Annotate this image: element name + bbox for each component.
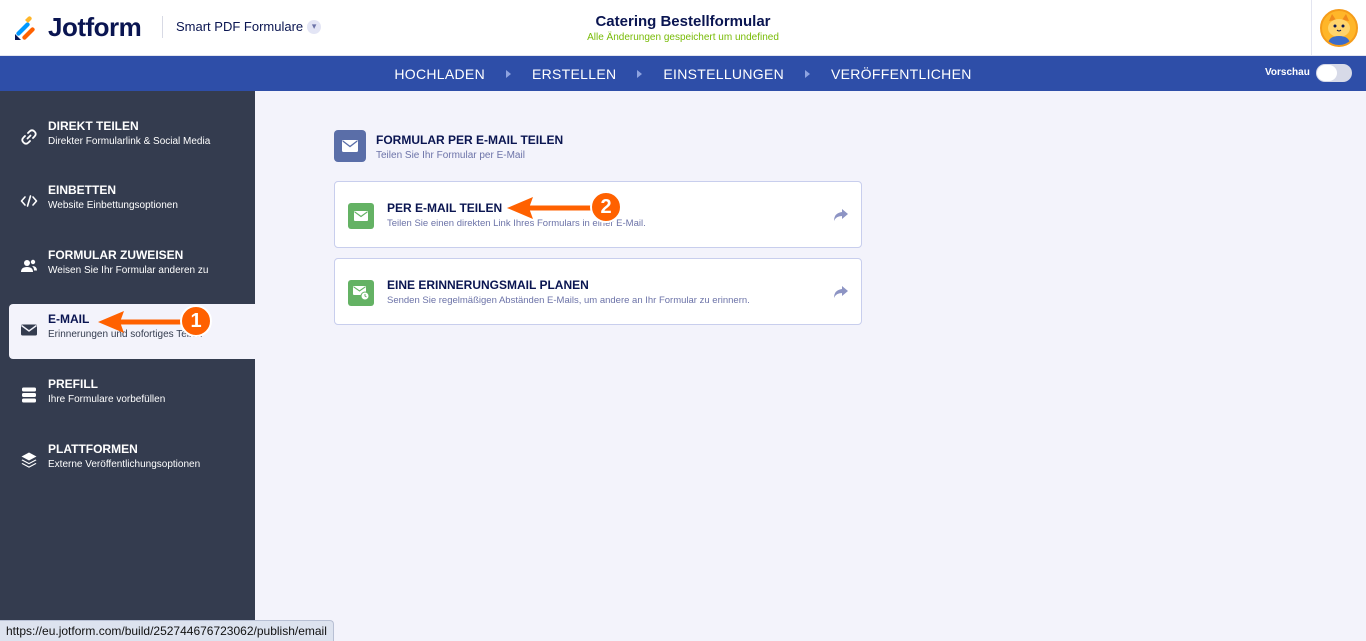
sidebar-item-title: PLATTFORMEN <box>48 442 138 456</box>
publish-navbar: HOCHLADEN ERSTELLEN EINSTELLUNGEN VERÖFF… <box>0 56 1366 91</box>
share-arrow-icon <box>834 209 848 221</box>
section-subtitle: Teilen Sie Ihr Formular per E-Mail <box>376 150 525 161</box>
publish-sidebar: DIREKT TEILEN Direkter Formularlink & So… <box>0 91 255 641</box>
cat-avatar-icon <box>1328 14 1350 45</box>
annotation-badge-2: 2 <box>590 191 622 223</box>
preview-label: Vorschau <box>1265 67 1310 78</box>
envelope-icon <box>334 130 366 162</box>
sidebar-item-subtitle: Website Einbettungsoptionen <box>48 200 178 211</box>
browser-status-url: https://eu.jotform.com/build/25274467672… <box>0 620 334 641</box>
sidebar-item-subtitle: Externe Veröffentlichungsoptionen <box>48 459 201 470</box>
sidebar-item-title: EINBETTEN <box>48 183 117 197</box>
step-arrow-icon <box>505 69 511 78</box>
sidebar-item-title: FORMULAR ZUWEISEN <box>48 248 184 262</box>
annotation-arrow-1 <box>98 311 182 333</box>
nav-settings[interactable]: EINSTELLUNGEN <box>663 66 784 82</box>
sidebar-item-platforms[interactable]: PLATTFORMEN Externe Veröffentlichungsopt… <box>0 434 255 489</box>
card-title: PER E-MAIL TEILEN <box>387 201 503 215</box>
form-title[interactable]: Catering Bestellformular <box>483 13 883 30</box>
sidebar-item-title: DIREKT TEILEN <box>48 119 139 133</box>
chevron-down-icon: ▾ <box>307 19 322 34</box>
nav-publish[interactable]: VERÖFFENTLICHEN <box>831 66 972 82</box>
layers-icon <box>21 452 37 468</box>
step-arrow-icon <box>637 69 643 78</box>
envelope-icon <box>348 203 374 229</box>
sidebar-item-subtitle: Weisen Sie Ihr Formular anderen zu <box>48 265 209 276</box>
form-title-area: Catering Bestellformular Alle Änderungen… <box>483 13 883 43</box>
toggle-knob <box>1317 65 1337 81</box>
sidebar-item-title: E-MAIL <box>48 312 90 326</box>
user-menu[interactable] <box>1311 0 1366 56</box>
users-icon <box>21 259 37 272</box>
card-subtitle: Senden Sie regelmäßigen Abständen E-Mail… <box>387 295 750 306</box>
jotform-logo[interactable]: Jotform <box>14 12 142 43</box>
schedule-reminder-card[interactable]: EINE ERINNERUNGSMAIL PLANEN Senden Sie r… <box>334 258 862 325</box>
nav-upload[interactable]: HOCHLADEN <box>394 66 485 82</box>
sidebar-item-subtitle: Direkter Formularlink & Social Media <box>48 136 211 147</box>
header-divider <box>162 16 163 38</box>
code-icon <box>20 195 38 207</box>
link-icon <box>21 129 37 145</box>
product-switcher[interactable]: Smart PDF Formulare ▾ <box>176 19 322 34</box>
sidebar-item-assign[interactable]: FORMULAR ZUWEISEN Weisen Sie Ihr Formula… <box>0 240 255 295</box>
section-title: FORMULAR PER E-MAIL TEILEN <box>376 133 564 147</box>
card-title: EINE ERINNERUNGSMAIL PLANEN <box>387 278 589 292</box>
share-arrow-icon <box>834 286 848 298</box>
jotform-logo-icon <box>15 15 35 40</box>
sidebar-item-subtitle: Ihre Formulare vorbefüllen <box>48 394 166 405</box>
step-arrow-icon <box>805 69 810 78</box>
save-status: Alle Änderungen gespeichert um undefined <box>587 32 779 43</box>
app-header: Jotform Smart PDF Formulare ▾ Catering B… <box>0 0 1366 56</box>
preview-toggle[interactable] <box>1316 64 1352 82</box>
scheduled-mail-icon <box>348 280 374 306</box>
sidebar-item-prefill[interactable]: PREFILL Ihre Formulare vorbefüllen <box>0 369 255 424</box>
sidebar-item-title: PREFILL <box>48 377 98 391</box>
envelope-icon <box>21 324 37 336</box>
avatar[interactable] <box>1320 9 1358 47</box>
annotation-arrow-2 <box>507 197 593 219</box>
database-icon <box>22 387 36 403</box>
sidebar-item-embed[interactable]: EINBETTEN Website Einbettungsoptionen <box>0 175 255 230</box>
annotation-badge-1: 1 <box>180 305 212 337</box>
nav-build[interactable]: ERSTELLEN <box>532 66 616 82</box>
product-name: Smart PDF Formulare <box>176 19 304 34</box>
sidebar-item-direct-share[interactable]: DIREKT TEILEN Direkter Formularlink & So… <box>0 111 255 166</box>
wizard-steps: HOCHLADEN ERSTELLEN EINSTELLUNGEN VERÖFF… <box>0 56 1366 91</box>
brand-name: Jotform <box>48 12 142 42</box>
